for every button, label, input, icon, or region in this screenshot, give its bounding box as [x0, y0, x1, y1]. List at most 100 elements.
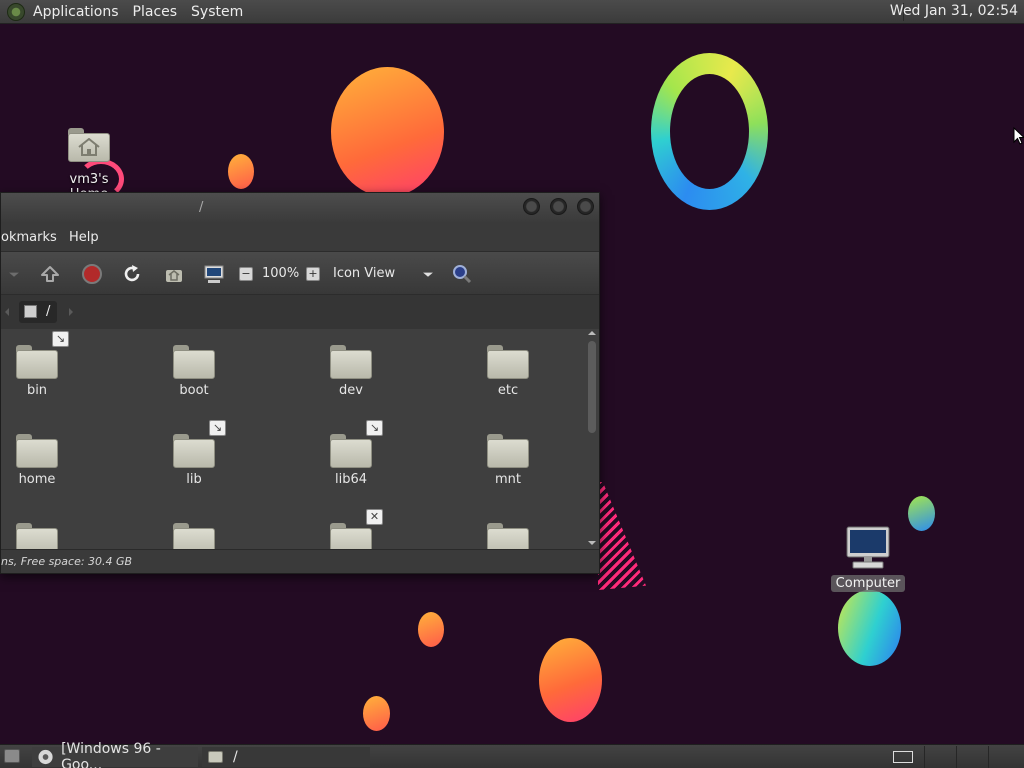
file-item-home[interactable]: home — [1, 434, 82, 487]
distro-logo-icon[interactable] — [7, 2, 25, 21]
symlink-emblem-icon: ↘ — [52, 331, 69, 347]
workspace-2[interactable] — [956, 746, 987, 768]
window-title: / — [199, 200, 204, 215]
mouse-cursor-icon — [1013, 127, 1024, 145]
back-dropdown-chevron-icon[interactable] — [7, 264, 21, 284]
close-button[interactable] — [577, 198, 594, 215]
file-name: home — [18, 472, 56, 487]
up-arrow-icon[interactable] — [40, 264, 60, 284]
folder-icon — [208, 751, 223, 763]
show-desktop-icon[interactable] — [4, 749, 20, 763]
file-item-dev[interactable]: dev — [306, 345, 396, 398]
file-name: bin — [26, 383, 48, 398]
chrome-icon — [38, 749, 53, 765]
menu-bookmarks[interactable]: okmarks — [1, 230, 57, 245]
view-dropdown-chevron-icon[interactable] — [421, 264, 435, 284]
folder-icon — [16, 523, 58, 549]
window-toolbar: − 100% + Icon View — [1, 251, 599, 295]
symlink-emblem-icon: ↘ — [366, 420, 383, 436]
desktop-computer-icon[interactable]: Computer — [828, 526, 908, 592]
symlink-emblem-icon: ↘ — [209, 420, 226, 436]
file-name: boot — [179, 383, 209, 398]
wallpaper-orange-balloon-mid — [418, 612, 444, 647]
workspace-switcher-icon[interactable] — [893, 751, 913, 763]
window-menubar: okmarks Help — [1, 223, 599, 251]
stop-icon[interactable] — [82, 264, 102, 284]
scroll-down-arrow-icon[interactable] — [587, 539, 597, 547]
file-item-lib64[interactable]: ↘ lib64 — [306, 420, 396, 487]
taskbar-item-browser[interactable]: [Windows 96 - Goo... — [32, 741, 198, 768]
drive-icon — [24, 305, 37, 318]
menu-system[interactable]: System — [191, 4, 243, 20]
file-name: etc — [497, 383, 519, 398]
home-folder-icon — [68, 128, 110, 162]
folder-icon — [16, 434, 58, 468]
file-item-lib[interactable]: ↘ lib — [149, 420, 239, 487]
menu-places[interactable]: Places — [133, 4, 178, 20]
folder-icon — [16, 345, 58, 379]
bottom-panel: [Windows 96 - Goo... / — [0, 741, 1024, 768]
wallpaper-orange-balloon-bottom — [539, 638, 602, 722]
search-icon[interactable] — [452, 264, 472, 284]
zoom-level: 100% — [262, 266, 300, 281]
folder-icon — [330, 434, 372, 468]
top-panel: Applications Places System Wed Jan 31, 0… — [0, 0, 1024, 24]
computer-icon — [846, 526, 890, 569]
computer-icon-label: Computer — [830, 575, 906, 592]
taskbar-item-label: / — [233, 749, 238, 765]
breadcrumb-path: / — [46, 304, 51, 319]
wallpaper-blue-balloon-large — [838, 590, 901, 666]
zoom-in-icon[interactable]: + — [306, 267, 320, 281]
file-name: mnt — [495, 472, 521, 487]
folder-icon — [173, 434, 215, 468]
reload-icon[interactable] — [122, 264, 142, 284]
workspace-3[interactable] — [988, 746, 1019, 768]
location-bar: / — [1, 295, 599, 329]
wallpaper-orange-balloon-tiny — [363, 696, 390, 731]
maximize-button[interactable] — [550, 198, 567, 215]
status-bar: ns, Free space: 30.4 GB — [1, 549, 599, 573]
taskbar-item-file-manager[interactable]: / — [202, 747, 370, 767]
file-item[interactable]: ✕ — [306, 509, 396, 549]
computer-icon[interactable] — [204, 264, 224, 284]
nav-right-chevron-icon[interactable] — [67, 307, 75, 317]
breadcrumb-root[interactable]: / — [19, 301, 57, 323]
view-mode-select[interactable]: Icon View — [333, 266, 395, 281]
menu-applications[interactable]: Applications — [33, 4, 119, 20]
taskbar-item-label: [Windows 96 - Goo... — [61, 741, 161, 768]
folder-icon — [487, 523, 529, 549]
vertical-scrollbar[interactable] — [587, 329, 597, 549]
minimize-button[interactable] — [523, 198, 540, 215]
file-item-mnt[interactable]: mnt — [463, 434, 553, 487]
file-item[interactable] — [1, 523, 82, 549]
nav-left-chevron-icon[interactable] — [3, 307, 11, 317]
scroll-up-arrow-icon[interactable] — [587, 329, 597, 337]
status-text: ns, Free space: 30.4 GB — [1, 555, 133, 568]
wallpaper-orange-balloon-large — [331, 67, 444, 197]
file-item[interactable] — [149, 523, 239, 549]
unreadable-emblem-icon: ✕ — [366, 509, 383, 525]
file-name: lib — [186, 472, 202, 487]
folder-icon — [173, 523, 215, 549]
file-view: ↘ bin boot dev etc home ↘ lib ↘ lib64 mn… — [1, 329, 599, 549]
file-name: dev — [339, 383, 363, 398]
menu-help[interactable]: Help — [69, 230, 99, 245]
zoom-out-icon[interactable]: − — [239, 267, 253, 281]
folder-icon — [487, 345, 529, 379]
folder-icon — [487, 434, 529, 468]
scrollbar-thumb[interactable] — [588, 341, 596, 433]
wallpaper-stripes — [598, 482, 646, 590]
folder-icon — [330, 523, 372, 549]
wallpaper-gradient-ring — [651, 53, 768, 210]
file-item[interactable] — [463, 523, 553, 549]
clock[interactable]: Wed Jan 31, 02:54 — [890, 3, 1018, 19]
file-item-etc[interactable]: etc — [463, 345, 553, 398]
window-titlebar[interactable]: / — [1, 193, 599, 223]
file-name: lib64 — [334, 472, 368, 487]
file-item-boot[interactable]: boot — [149, 345, 239, 398]
workspace-1[interactable] — [924, 746, 955, 768]
home-icon[interactable] — [164, 264, 184, 284]
file-manager-window: / okmarks Help − 100% + Icon View / ↘ bi… — [0, 192, 600, 574]
wallpaper-blue-balloon-small — [908, 496, 935, 531]
file-item-bin[interactable]: ↘ bin — [1, 331, 82, 398]
